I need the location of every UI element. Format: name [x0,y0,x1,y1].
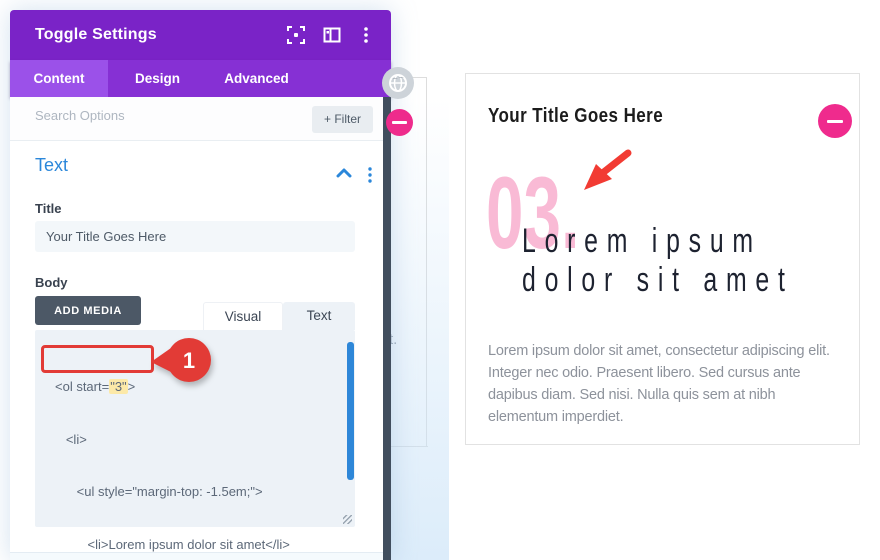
code-line: <li> [55,431,87,447]
preview-paragraph: Lorem ipsum dolor sit amet, consectetur … [488,340,856,428]
globe-icon[interactable] [382,67,414,99]
annotation-step-balloon: 1 [151,338,211,382]
annotation-step-number: 1 [183,348,195,373]
code-line: <ul style="margin-top: -1.5em;"> [55,484,263,499]
editor-tab-visual[interactable]: Visual [203,302,283,330]
title-input[interactable] [35,221,355,252]
body-field-label: Body [35,275,68,290]
minus-icon [392,121,407,124]
editor-resize-grip[interactable] [343,515,352,524]
chevron-up-icon[interactable] [336,168,352,178]
search-options-bar: + Filter [10,97,383,141]
modal-edge-scrollbar[interactable] [383,97,391,560]
modal-footer [10,553,383,560]
kebab-menu-icon[interactable] [360,25,372,45]
filter-button[interactable]: + Filter [311,106,373,133]
preview-list-text-line1: Lorem ipsum [522,222,762,260]
preview-paragraph-line: elementum imperdiet. [488,409,624,425]
tab-content[interactable]: Content [10,60,108,97]
screenshot-stage: t. Your Title Goes Here 03. Lorem ipsum … [0,0,880,560]
tab-design[interactable]: Design [108,60,207,97]
annotation-arrow-icon [584,149,632,190]
modal-glow [391,97,449,560]
preview-toggle-title: Your Title Goes Here [488,105,664,127]
toggle-settings-modal: Toggle Settings Content Design Advanced … [10,10,391,560]
minus-icon [827,120,843,123]
preview-paragraph-line: dapibus diam. Sed nisi. Nulla quis sem a… [488,387,776,403]
panel-layout-icon[interactable] [322,25,342,45]
code-line: <li>Lorem ipsum dolor sit amet</li> [55,536,290,552]
highlighted-attribute-value: "3" [109,379,128,394]
tab-advanced[interactable]: Advanced [207,60,306,97]
preview-list-text-line2: dolor sit amet [522,261,794,299]
section-title-text[interactable]: Text [35,155,68,176]
add-media-button[interactable]: ADD MEDIA [35,296,141,325]
editor-scrollbar[interactable] [347,342,354,480]
editor-tab-text[interactable]: Text [283,302,355,330]
preview-paragraph-line: Lorem ipsum dolor sit amet, consectetur … [488,343,830,359]
body-code-editor[interactable]: <ol start="3"> <li> <ul style="margin-to… [35,330,355,552]
background-toggle-close-icon[interactable] [386,109,413,136]
modal-title: Toggle Settings [35,26,157,43]
preview-paragraph-line: Integer nec odio. Praesent libero. Sed c… [488,365,801,381]
annotation-highlight-box [41,345,154,373]
title-field-label: Title [35,201,62,216]
section-kebab-icon[interactable] [365,166,375,184]
toggle-close-icon[interactable] [818,104,852,138]
toggle-preview-card: Your Title Goes Here 03. Lorem ipsum dol… [465,73,860,445]
focus-expand-icon[interactable] [286,25,306,45]
search-options-input[interactable] [35,108,285,123]
modal-header[interactable]: Toggle Settings [10,10,391,60]
modal-tab-bar: Content Design Advanced [10,60,391,97]
